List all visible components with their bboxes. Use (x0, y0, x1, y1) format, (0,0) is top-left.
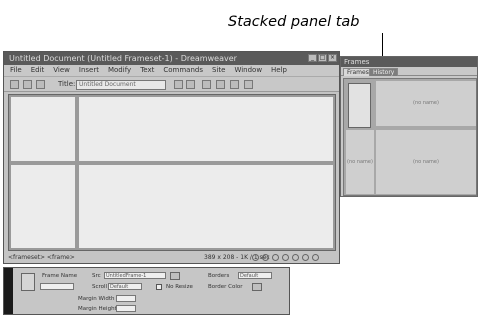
no-resize-label: No Resize (166, 284, 193, 290)
frame-thumbnail[interactable] (348, 83, 371, 128)
src-field[interactable]: UntitledFrame-1 (104, 272, 166, 279)
frame-top-left[interactable] (11, 97, 75, 161)
scroll-select[interactable]: Default (108, 283, 142, 290)
border-color-label: Border Color (208, 284, 243, 290)
frame-type-icon (21, 273, 35, 291)
menu-window[interactable]: Window (234, 65, 262, 76)
margin-height-label: Margin Height (78, 306, 117, 312)
close-button[interactable]: × (328, 54, 337, 62)
menu-modify[interactable]: Modify (108, 65, 131, 76)
src-label: Src (92, 273, 101, 279)
borders-label: Borders (208, 273, 230, 279)
code-inspector-icon[interactable] (312, 254, 319, 261)
frames-panel: Frames Frames History (no name) (no name… (340, 56, 478, 197)
menu-insert[interactable]: Insert (79, 65, 99, 76)
site-icon[interactable] (252, 254, 259, 261)
minimize-button[interactable]: _ (308, 54, 317, 62)
menu-file[interactable]: File (10, 65, 22, 76)
document-toolbar: Title: Untitled Document (4, 76, 339, 92)
assets-icon[interactable] (262, 254, 269, 261)
split-view-icon[interactable] (23, 80, 32, 89)
html-styles-icon[interactable] (272, 254, 279, 261)
window-title: Untitled Document (Untitled Frameset-1) … (9, 54, 237, 63)
margin-height-field[interactable] (116, 305, 136, 312)
menu-help[interactable]: Help (271, 65, 287, 76)
frame-name-field[interactable] (40, 283, 74, 290)
frame-bottom-left[interactable] (11, 165, 75, 248)
history-icon[interactable] (302, 254, 309, 261)
border-color-swatch[interactable] (252, 283, 262, 291)
margin-width-label: Margin Width (78, 296, 115, 302)
frame-label-bottom-left[interactable]: (no name) (346, 130, 374, 194)
panel-title[interactable]: Frames (341, 57, 477, 67)
refresh-icon[interactable] (202, 80, 211, 89)
window-titlebar[interactable]: Untitled Document (Untitled Frameset-1) … (4, 52, 339, 65)
title-field[interactable]: Untitled Document (76, 80, 166, 90)
frame-top-right[interactable] (79, 97, 333, 161)
document-window: Untitled Document (Untitled Frameset-1) … (3, 51, 340, 264)
file-management-icon[interactable] (174, 80, 183, 89)
design-view-icon[interactable] (36, 80, 45, 89)
frame-name-label: Frame Name (42, 273, 78, 279)
maximize-button[interactable]: □ (318, 54, 327, 62)
behaviors-icon[interactable] (292, 254, 299, 261)
frameset-canvas[interactable] (8, 94, 336, 251)
frame-bottom-right[interactable] (79, 165, 333, 248)
no-resize-checkbox[interactable] (156, 284, 162, 290)
menu-text[interactable]: Text (140, 65, 154, 76)
preview-browser-icon[interactable] (186, 80, 195, 89)
callout-label: Stacked panel tab (228, 14, 360, 30)
frame-label-bottom-right[interactable]: (no name) (376, 130, 476, 194)
title-label: Title: (58, 80, 76, 88)
scroll-label: Scroll (92, 284, 108, 290)
code-navigation-icon[interactable] (230, 80, 239, 89)
menu-bar: File Edit View Insert Modify Text Comman… (4, 65, 339, 76)
view-options-icon[interactable] (244, 80, 253, 89)
menu-site[interactable]: Site (212, 65, 225, 76)
frames-diagram: (no name) (no name) (no name) (343, 78, 477, 196)
panel-tab-strip: Frames History (341, 67, 477, 76)
menu-view[interactable]: View (53, 65, 70, 76)
status-bar: <frameset> <frame> 389 x 208 - 1K / 1 se… (4, 252, 339, 263)
borders-select[interactable]: Default (238, 272, 272, 279)
frame-label-top-right[interactable]: (no name) (376, 81, 476, 126)
code-view-icon[interactable] (10, 80, 19, 89)
inspector-grip[interactable] (4, 268, 13, 314)
reference-icon[interactable] (216, 80, 225, 89)
css-styles-icon[interactable] (282, 254, 289, 261)
property-inspector: Frame Name Src UntitledFrame-1 Borders D… (3, 267, 290, 315)
margin-width-field[interactable] (116, 295, 136, 302)
tab-history[interactable]: History (369, 68, 399, 76)
tag-selector[interactable]: <frameset> <frame> (8, 252, 75, 263)
folder-icon[interactable] (170, 272, 180, 280)
menu-commands[interactable]: Commands (163, 65, 203, 76)
menu-edit[interactable]: Edit (31, 65, 45, 76)
